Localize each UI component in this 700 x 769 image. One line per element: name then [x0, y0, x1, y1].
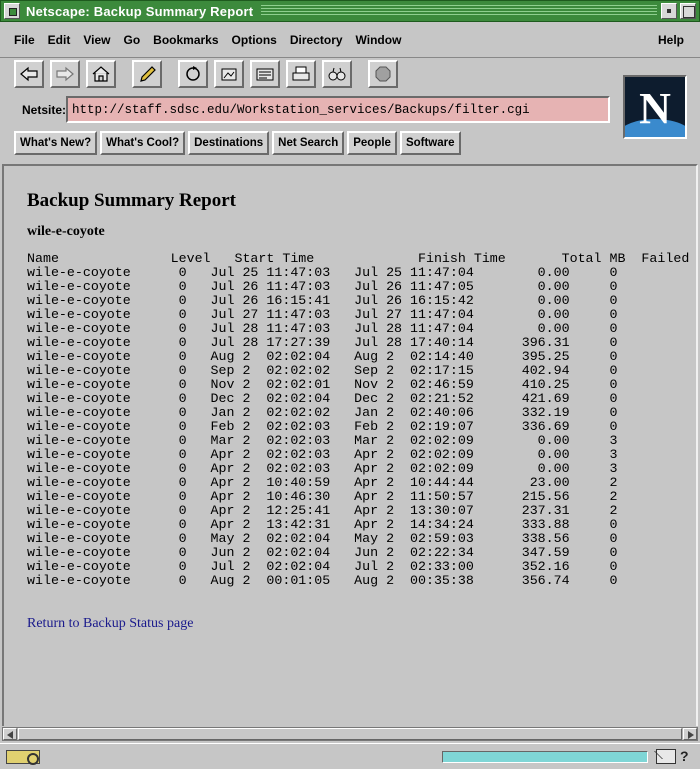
table-row: wile-e-coyote 0 May 2 02:02:04 May 2 02:… [27, 531, 618, 546]
return-link[interactable]: Return to Backup Status page [27, 616, 193, 632]
reload-icon [186, 66, 200, 81]
destinations-button[interactable]: Destinations [188, 131, 270, 155]
page-title: Backup Summary Report [27, 190, 237, 211]
table-row: wile-e-coyote 0 Jul 26 11:47:03 Jul 26 1… [27, 279, 618, 294]
menu-bookmarks[interactable]: Bookmarks [153, 33, 218, 47]
home-icon [92, 66, 110, 82]
window-menu-button[interactable] [4, 3, 20, 19]
table-header: Name Level Start Time Finish Time Total … [27, 251, 690, 266]
table-row: wile-e-coyote 0 Apr 2 02:02:03 Apr 2 02:… [27, 447, 618, 462]
scroll-thumb[interactable] [18, 728, 682, 740]
stop-icon [375, 66, 391, 82]
netscape-logo[interactable]: N [623, 75, 687, 139]
question-icon[interactable]: ? [680, 748, 689, 764]
home-button[interactable] [86, 60, 116, 88]
net-search-button[interactable]: Net Search [272, 131, 345, 155]
reload-button[interactable] [178, 60, 208, 88]
security-icon[interactable] [6, 750, 40, 765]
edit-icon [140, 66, 156, 82]
table-row: wile-e-coyote 0 Apr 2 02:02:03 Apr 2 02:… [27, 461, 618, 476]
table-row: wile-e-coyote 0 Jan 2 02:02:02 Jan 2 02:… [27, 405, 618, 420]
menu-bar: File Edit View Go Bookmarks Options Dire… [0, 22, 700, 58]
back-icon [20, 66, 38, 82]
images-button[interactable] [214, 60, 244, 88]
window-title: Netscape: Backup Summary Report [26, 3, 258, 19]
menu-view[interactable]: View [83, 33, 110, 47]
menu-options[interactable]: Options [232, 33, 277, 47]
content-area: Backup Summary Report wile-e-coyote Name… [2, 164, 698, 726]
menu-window[interactable]: Window [356, 33, 402, 47]
software-button[interactable]: Software [399, 131, 461, 155]
maximize-button[interactable] [680, 3, 696, 19]
minimize-button[interactable] [661, 3, 677, 19]
toolbar [14, 60, 404, 90]
host-name: wile-e-coyote [27, 224, 105, 239]
whats-cool-button[interactable]: What's Cool? [100, 131, 186, 155]
table-row: wile-e-coyote 0 Aug 2 00:01:05 Aug 2 00:… [27, 573, 618, 588]
table-row: wile-e-coyote 0 Jul 28 11:47:03 Jul 28 1… [27, 321, 618, 336]
open-icon [256, 68, 274, 81]
table-row: wile-e-coyote 0 Apr 2 13:42:31 Apr 2 14:… [27, 517, 618, 532]
table-row: wile-e-coyote 0 Apr 2 12:25:41 Apr 2 13:… [27, 503, 618, 518]
table-row: wile-e-coyote 0 Sep 2 02:02:02 Sep 2 02:… [27, 363, 618, 378]
table-row: wile-e-coyote 0 Apr 2 10:46:30 Apr 2 11:… [27, 489, 618, 504]
find-button[interactable] [322, 60, 352, 88]
title-bar-stripes [261, 5, 657, 17]
table-row: wile-e-coyote 0 Jul 28 17:27:39 Jul 28 1… [27, 335, 618, 350]
scroll-left-button[interactable] [3, 728, 17, 740]
open-button[interactable] [250, 60, 280, 88]
whats-new-button[interactable]: What's New? [14, 131, 98, 155]
menu-edit[interactable]: Edit [48, 33, 71, 47]
forward-icon [56, 66, 74, 82]
table-row: wile-e-coyote 0 Jul 27 11:47:03 Jul 27 1… [27, 307, 618, 322]
table-row: wile-e-coyote 0 Mar 2 02:02:03 Mar 2 02:… [27, 433, 618, 448]
table-row: wile-e-coyote 0 Jul 26 16:15:41 Jul 26 1… [27, 293, 618, 308]
directory-buttons: What's New? What's Cool? Destinations Ne… [14, 131, 464, 155]
table-row: wile-e-coyote 0 Feb 2 02:02:03 Feb 2 02:… [27, 419, 618, 434]
table-row: wile-e-coyote 0 Jun 2 02:02:04 Jun 2 02:… [27, 545, 618, 560]
print-icon [292, 66, 310, 81]
table-row: wile-e-coyote 0 Jul 25 11:47:03 Jul 25 1… [27, 265, 618, 280]
forward-button[interactable] [50, 60, 80, 88]
table-row: wile-e-coyote 0 Jul 2 02:02:04 Jul 2 02:… [27, 559, 618, 574]
mail-icon[interactable] [656, 749, 676, 764]
horizontal-scrollbar[interactable] [2, 727, 698, 741]
table-row: wile-e-coyote 0 Dec 2 02:02:04 Dec 2 02:… [27, 391, 618, 406]
print-button[interactable] [286, 60, 316, 88]
scroll-right-button[interactable] [683, 728, 697, 740]
back-button[interactable] [14, 60, 44, 88]
table-row: wile-e-coyote 0 Aug 2 02:02:04 Aug 2 02:… [27, 349, 618, 364]
progress-bar [442, 751, 648, 763]
status-bar: ? [0, 743, 700, 769]
title-bar[interactable]: Netscape: Backup Summary Report [0, 0, 700, 22]
images-icon [221, 68, 237, 81]
table-row: wile-e-coyote 0 Apr 2 10:40:59 Apr 2 10:… [27, 475, 618, 490]
people-button[interactable]: People [347, 131, 397, 155]
menu-go[interactable]: Go [123, 33, 140, 47]
table-row: wile-e-coyote 0 Nov 2 02:02:01 Nov 2 02:… [27, 377, 618, 392]
find-icon [328, 67, 346, 81]
menu-help[interactable]: Help [658, 33, 684, 47]
report-table: Name Level Start Time Finish Time Total … [27, 252, 689, 588]
location-label: Netsite: [22, 103, 67, 117]
edit-button[interactable] [132, 60, 162, 88]
location-input[interactable] [66, 96, 610, 123]
menu-directory[interactable]: Directory [290, 33, 343, 47]
logo-letter: N [639, 84, 671, 133]
stop-button[interactable] [368, 60, 398, 88]
menu-file[interactable]: File [14, 33, 35, 47]
